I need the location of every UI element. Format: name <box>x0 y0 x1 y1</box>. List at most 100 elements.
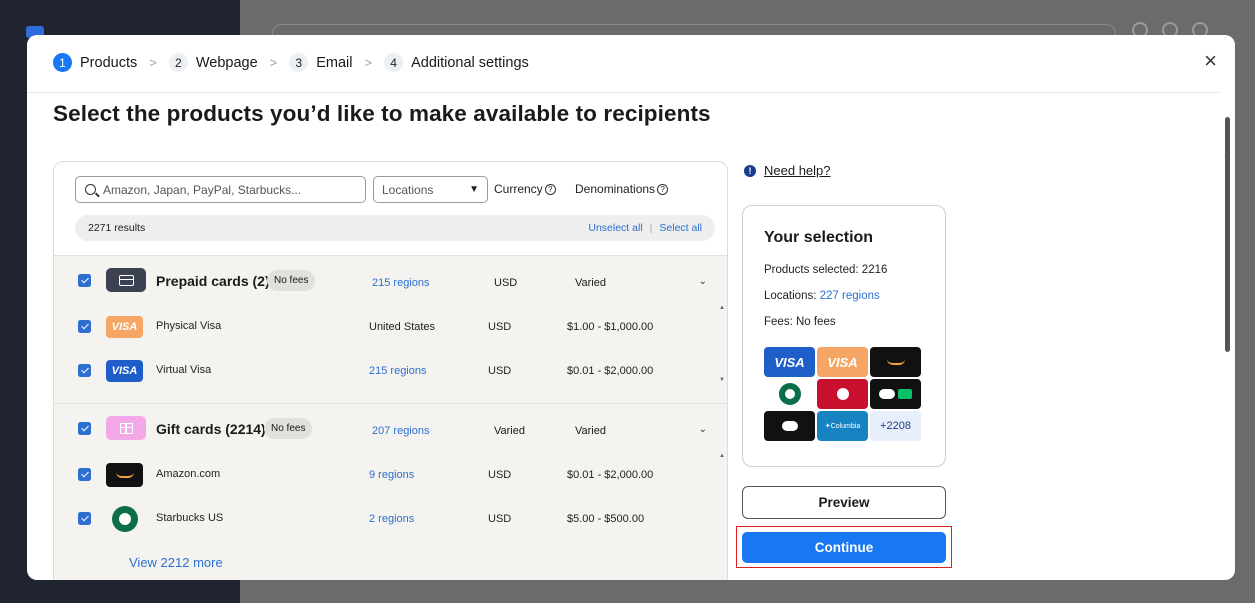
denomination-value: $0.01 - $2,000.00 <box>567 365 654 377</box>
chevron-down-icon[interactable]: ⌄ <box>699 276 707 287</box>
visa-logo-icon: VISA <box>817 347 868 377</box>
chevron-down-icon[interactable]: ⌄ <box>699 424 707 435</box>
regions-link[interactable]: 2 regions <box>369 513 414 525</box>
step-email[interactable]: 3 Email <box>289 53 353 72</box>
table-row[interactable]: Starbucks US 2 regions USD $5.00 - $500.… <box>54 497 709 541</box>
gift-icon <box>106 416 146 440</box>
locations-link[interactable]: 227 regions <box>820 290 880 302</box>
table-row[interactable]: VISA Physical Visa United States USD $1.… <box>54 305 709 349</box>
visa-logo-icon: VISA <box>106 360 143 382</box>
table-row[interactable]: Amazon.com 9 regions USD $0.01 - $2,000.… <box>54 453 709 497</box>
group-header[interactable]: Gift cards (2214) No fees 207 regions Va… <box>54 403 727 453</box>
step-products[interactable]: 1 Products <box>53 53 137 72</box>
group-checkbox[interactable] <box>78 274 91 287</box>
currency-filter[interactable]: Currency ? <box>494 182 556 196</box>
product-name: Amazon.com <box>156 468 221 480</box>
regions-link[interactable]: 215 regions <box>369 365 427 377</box>
credit-card-icon <box>106 268 146 292</box>
header-divider <box>27 92 1219 93</box>
regions-value: United States <box>369 321 436 333</box>
denomination-value: $5.00 - $500.00 <box>567 513 645 525</box>
row-checkbox[interactable] <box>78 468 91 481</box>
denominations-filter[interactable]: Denominations ? <box>575 182 669 196</box>
locations-select[interactable]: Locations ▼ <box>373 176 488 203</box>
step-webpage[interactable]: 2 Webpage <box>168 53 258 72</box>
page-title: Select the products you’d like to make a… <box>53 101 711 126</box>
results-bar: 2271 results Unselect all | Select all <box>75 215 715 241</box>
product-name: Starbucks US <box>156 512 224 524</box>
group-scrollbar[interactable]: ▲ ▼ <box>719 305 725 393</box>
step-label: Email <box>316 54 353 71</box>
no-fees-badge: No fees <box>264 418 313 439</box>
selection-summary-card: Your selection Products selected: 2216 L… <box>742 205 946 467</box>
target-logo-icon <box>817 379 868 409</box>
product-name: Physical Visa <box>156 320 222 332</box>
row-checkbox[interactable] <box>78 320 91 333</box>
regions-link[interactable]: 215 regions <box>372 277 430 289</box>
starbucks-logo-icon <box>764 379 815 409</box>
currency-label: Currency <box>494 182 543 196</box>
currency-value: USD <box>494 277 518 289</box>
need-help-link[interactable]: Need help? <box>764 163 831 178</box>
currency-value: USD <box>488 321 512 333</box>
step-number: 4 <box>384 53 404 72</box>
denomination-value: Varied <box>575 277 606 289</box>
info-icon: ! <box>744 164 756 177</box>
step-label: Additional settings <box>411 54 529 71</box>
scroll-up-icon[interactable]: ▲ <box>719 453 725 459</box>
scroll-up-icon[interactable]: ▲ <box>719 305 725 311</box>
selected-logos-grid: VISA VISA ✦Columbia +2208 <box>764 347 926 441</box>
view-more-link[interactable]: View 2212 more <box>129 555 223 570</box>
regions-link[interactable]: 9 regions <box>369 469 414 481</box>
uber-logo-icon <box>764 411 815 441</box>
selection-title: Your selection <box>764 229 874 246</box>
chevron-right-icon: > <box>149 55 157 70</box>
step-number: 3 <box>289 53 309 72</box>
table-row[interactable]: VISA Virtual Visa 215 regions USD $0.01 … <box>54 349 709 393</box>
columbia-logo-icon: ✦Columbia <box>817 411 868 441</box>
locations-prefix: Locations: <box>764 290 817 302</box>
search-input[interactable]: Amazon, Japan, PayPal, Starbucks... <box>75 176 366 203</box>
product-selection-modal: 1 Products > 2 Webpage > 3 Email > 4 Add… <box>27 35 1235 580</box>
amazon-logo-icon <box>106 463 143 487</box>
step-label: Products <box>80 54 138 71</box>
scroll-down-icon[interactable]: ▼ <box>719 377 725 383</box>
unselect-all-link[interactable]: Unselect all <box>588 222 642 234</box>
step-additional-settings[interactable]: 4 Additional settings <box>384 53 529 72</box>
currency-value: USD <box>488 469 512 481</box>
chevron-right-icon: > <box>364 55 373 70</box>
help-icon[interactable]: ? <box>544 183 556 195</box>
group-title: Prepaid cards (2) <box>156 273 270 289</box>
row-checkbox[interactable] <box>78 364 91 377</box>
product-panel: Amazon, Japan, PayPal, Starbucks... Loca… <box>53 161 728 580</box>
group-title: Gift cards (2214) <box>156 421 266 437</box>
step-label: Webpage <box>195 54 258 71</box>
no-fees-badge: No fees <box>267 270 316 291</box>
denomination-value: $1.00 - $1,000.00 <box>567 321 654 333</box>
visa-logo-icon: VISA <box>106 316 143 338</box>
regions-link[interactable]: 207 regions <box>372 425 430 437</box>
chevron-right-icon: > <box>269 55 278 70</box>
locations-label: Locations <box>382 182 434 197</box>
close-icon[interactable]: × <box>1204 50 1217 72</box>
visa-logo-icon: VISA <box>764 347 815 377</box>
row-checkbox[interactable] <box>78 512 91 525</box>
continue-button[interactable]: Continue <box>742 532 946 563</box>
product-name: Virtual Visa <box>156 364 212 376</box>
results-count: 2271 results <box>88 222 146 234</box>
group-scrollbar[interactable]: ▲ <box>719 453 725 580</box>
scrollbar-thumb[interactable] <box>1225 117 1230 352</box>
uber-eats-logo-icon <box>870 379 921 409</box>
amazon-logo-icon <box>870 347 921 377</box>
group-checkbox[interactable] <box>78 422 91 435</box>
help-icon[interactable]: ? <box>657 183 669 195</box>
group-header[interactable]: Prepaid cards (2) No fees 215 regions US… <box>54 255 727 305</box>
stepper: 1 Products > 2 Webpage > 3 Email > 4 Add… <box>53 53 529 72</box>
products-selected: Products selected: 2216 <box>764 264 888 276</box>
prepaid-cards-group: Prepaid cards (2) No fees 215 regions US… <box>54 255 727 403</box>
preview-button[interactable]: Preview <box>742 486 946 519</box>
divider: | <box>649 222 653 234</box>
need-help[interactable]: ! Need help? <box>744 163 831 178</box>
denomination-value: $0.01 - $2,000.00 <box>567 469 654 481</box>
select-all-link[interactable]: Select all <box>659 222 702 234</box>
